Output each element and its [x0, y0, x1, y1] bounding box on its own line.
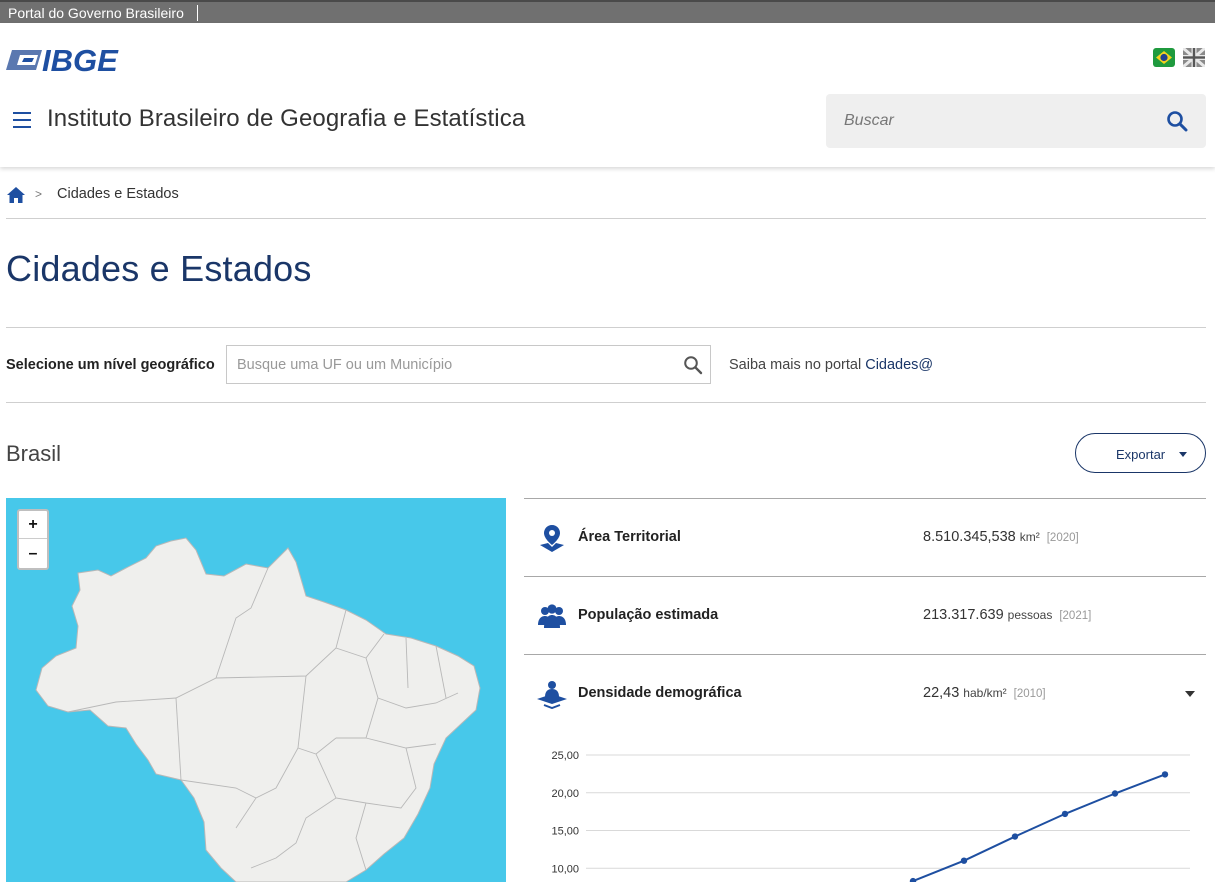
indicator-number: 213.317.639 — [923, 607, 1004, 623]
search-icon[interactable] — [1166, 110, 1188, 132]
geo-search — [226, 345, 711, 384]
map-zoom-control: + – — [17, 509, 49, 570]
indicator-population: População estimada 213.317.639 pessoas [20… — [524, 576, 1206, 654]
indicator-number: 8.510.345,538 — [923, 529, 1016, 545]
chart-data-point[interactable] — [1011, 833, 1019, 840]
chart-data-point[interactable] — [909, 877, 917, 882]
density-icon — [537, 681, 567, 709]
indicator-value: 8.510.345,538 km² [2020] — [923, 529, 1079, 545]
expand-chevron-icon[interactable] — [1185, 691, 1195, 697]
chart-data-point[interactable] — [1061, 810, 1069, 818]
indicator-year: [2010] — [1013, 688, 1046, 700]
density-chart-svg: 25,00 20,00 15,00 10,00 — [551, 750, 1190, 882]
indicator-unit: hab/km² — [963, 686, 1007, 700]
geo-search-input[interactable] — [227, 346, 667, 383]
cidades-link[interactable]: Cidades@ — [865, 357, 933, 373]
site-header: IBGE Instituto Brasileiro de Geografia e… — [0, 23, 1215, 167]
indicator-density: Densidade demográfica 22,43 hab/km² [2010] — [524, 654, 1206, 732]
map-pin-icon — [540, 525, 564, 552]
brazil-map[interactable]: + – — [6, 498, 506, 882]
export-label: Exportar — [1116, 447, 1166, 462]
geo-level-label: Selecione um nível geográfico — [6, 357, 215, 373]
chart-y-tick-label: 20,00 — [551, 788, 579, 800]
people-icon — [538, 604, 566, 628]
indicator-value: 213.317.639 pessoas [2021] — [923, 607, 1091, 623]
header-search — [826, 94, 1206, 148]
divider — [6, 402, 1206, 403]
indicator-value: 22,43 hab/km² [2010] — [923, 685, 1046, 701]
indicator-year: [2020] — [1046, 532, 1079, 544]
indicator-name: População estimada — [578, 607, 719, 623]
gov-bar-divider — [197, 5, 198, 21]
zoom-in-button[interactable]: + — [19, 511, 47, 539]
location-name: Brasil — [6, 441, 62, 466]
export-button[interactable]: Exportar — [1075, 433, 1206, 473]
logo-text: IBGE — [42, 44, 119, 76]
chart-y-tick-label: 25,00 — [551, 750, 579, 762]
chart-data-point[interactable] — [960, 857, 968, 864]
breadcrumb-separator: > — [35, 187, 43, 201]
divider — [6, 218, 1206, 219]
chart-y-tick-label: 15,00 — [551, 826, 579, 838]
zoom-out-button[interactable]: – — [19, 540, 47, 568]
search-icon[interactable] — [683, 355, 703, 375]
chevron-down-icon — [1179, 452, 1187, 457]
home-icon[interactable] — [6, 186, 26, 204]
saiba-prefix: Saiba mais no portal — [729, 357, 866, 373]
chart-series-line — [912, 773, 1166, 882]
breadcrumb-current: Cidades e Estados — [57, 186, 179, 202]
indicator-year: [2021] — [1059, 610, 1092, 622]
divider — [6, 327, 1206, 328]
hamburger-menu-icon[interactable] — [13, 112, 31, 128]
indicator-name: Área Territorial — [578, 529, 681, 545]
site-title: Instituto Brasileiro de Geografia e Esta… — [47, 105, 526, 132]
indicator-unit: km² — [1019, 530, 1040, 544]
flag-uk-icon[interactable] — [1183, 48, 1205, 67]
chart-data-point[interactable] — [1161, 771, 1169, 778]
indicator-name: Densidade demográfica — [578, 685, 742, 701]
ibge-logo[interactable]: IBGE — [6, 44, 142, 76]
page-title: Cidades e Estados — [6, 248, 312, 289]
density-chart: 25,00 20,00 15,00 10,00 — [524, 735, 1206, 882]
indicator-number: 22,43 — [923, 685, 960, 701]
gov-bar: Portal do Governo Brasileiro — [0, 0, 1215, 23]
indicator-unit: pessoas — [1007, 608, 1053, 622]
chart-data-point[interactable] — [1111, 790, 1119, 797]
brazil-map-shape — [35, 537, 481, 882]
header-search-input[interactable] — [826, 94, 1156, 148]
indicator-area: Área Territorial 8.510.345,538 km² [2020] — [524, 498, 1206, 576]
flag-brazil-icon[interactable] — [1153, 48, 1175, 67]
gov-portal-link[interactable]: Portal do Governo Brasileiro — [8, 5, 184, 21]
chart-y-tick-label: 10,00 — [551, 863, 579, 875]
saiba-mais-text: Saiba mais no portal Cidades@ — [729, 357, 933, 373]
breadcrumb: > Cidades e Estados — [6, 184, 1206, 206]
